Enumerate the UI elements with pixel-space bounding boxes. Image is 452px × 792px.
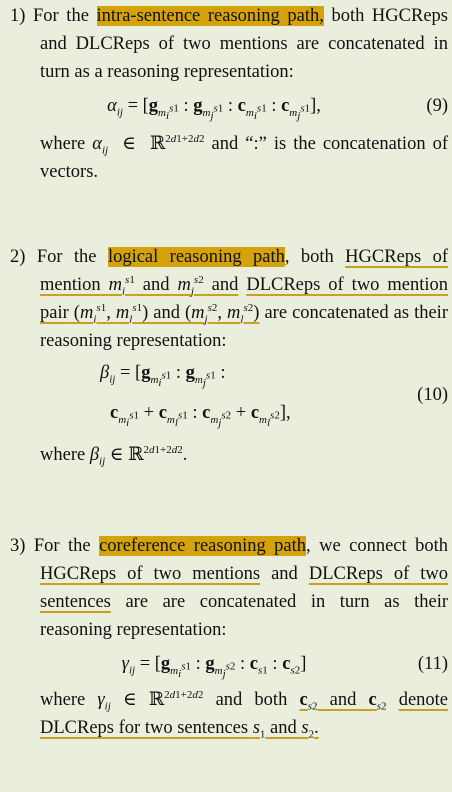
paper-page: 1) For the intra-sentence reasoning path… [0,0,452,792]
item-number: 3) [10,536,26,556]
underline-cs-vectors: cs2 and cs2 [299,690,387,713]
equation-number: (9) [426,96,448,116]
equation-11: γij = [gmis1 : gmjs2 : cs1 : cs2] (11) [40,644,448,684]
equation-10: βij = [gmis1 : gmjs1 : cmis1 + cmls1 : c… [100,363,448,429]
underline-hgcreps-mentions: HGCReps of two mentions [40,564,261,584]
list-item-coreference: 3) For the coreference reasoning path, w… [10,536,449,741]
item-number: 1) [10,6,26,26]
highlight-logical: logical reasoning path [107,247,285,267]
list-item-intra-sentence: 1) For the intra-sentence reasoning path… [10,6,449,182]
equation-number: (11) [417,654,448,674]
equation-9: αij = [gmis1 : gmjs1 : cmis1 : cmjs1], (… [40,86,448,126]
equation-number: (10) [417,385,448,405]
list-item-logical: 2) For the logical reasoning path, both … [10,247,449,468]
highlight-intra-sentence: intra-sentence reasoning path, [96,6,324,26]
item-number: 2) [10,247,26,267]
highlight-coreference: coreference reasoning path [99,536,307,556]
